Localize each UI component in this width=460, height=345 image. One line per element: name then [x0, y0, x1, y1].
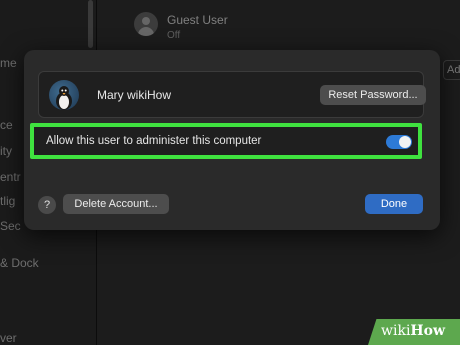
edit-user-sheet: Mary wikiHow Reset Password... Allow thi…	[24, 50, 440, 230]
guest-user-name: Guest User	[167, 13, 228, 27]
admin-permission-label: Allow this user to administer this compu…	[46, 135, 262, 147]
reset-password-button[interactable]: Reset Password...	[320, 85, 426, 105]
sidebar-item[interactable]: ver	[0, 331, 17, 345]
admin-toggle[interactable]	[386, 135, 412, 149]
guest-avatar-icon	[134, 12, 158, 36]
delete-account-button[interactable]: Delete Account...	[63, 194, 169, 214]
sidebar-item[interactable]: tlig	[0, 194, 15, 208]
guest-user-status: Off	[167, 30, 181, 41]
penguin-icon	[56, 86, 72, 110]
admin-permission-row: Allow this user to administer this compu…	[30, 123, 422, 159]
done-button[interactable]: Done	[365, 194, 423, 214]
toggle-knob	[399, 136, 411, 148]
advanced-button[interactable]: Adv	[443, 60, 460, 80]
user-card: Mary wikiHow Reset Password...	[38, 71, 426, 118]
watermark-logo: wikiHow	[381, 323, 446, 339]
sidebar-item[interactable]: ity	[0, 144, 12, 158]
sidebar-item-dock[interactable]: & Dock	[0, 256, 39, 270]
sidebar-scrollbar[interactable]	[88, 0, 93, 48]
user-name: Mary wikiHow	[97, 88, 172, 102]
user-avatar	[49, 80, 79, 110]
sidebar-item[interactable]: me	[0, 56, 17, 70]
sidebar-item[interactable]: entr	[0, 170, 21, 184]
sidebar-item[interactable]: Sec	[0, 219, 21, 233]
help-button[interactable]: ?	[38, 196, 56, 214]
sidebar-item[interactable]: ce	[0, 118, 13, 132]
